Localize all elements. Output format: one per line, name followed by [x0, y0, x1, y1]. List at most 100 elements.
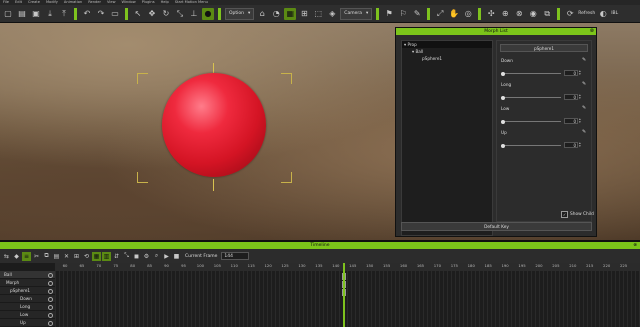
morph-value-down[interactable]: 0	[564, 70, 578, 76]
box-icon[interactable]: ⬚	[312, 8, 324, 20]
track-row-ball[interactable]: Ball	[0, 271, 55, 279]
rotate-icon[interactable]: ↻	[160, 8, 172, 20]
undo-icon[interactable]: ↶	[81, 8, 93, 20]
track-toggle-icon[interactable]	[48, 312, 53, 318]
delete-icon[interactable]: ▭	[109, 8, 121, 20]
morph-value-low[interactable]: 0	[564, 118, 578, 124]
red-sphere-object[interactable]	[162, 73, 266, 177]
object-name-button[interactable]: pSphere1	[500, 44, 588, 52]
timeline-delete-icon[interactable]: ✕	[62, 252, 71, 261]
track-toggle-icon[interactable]	[48, 288, 53, 294]
timeline-title-bar[interactable]: Timeline ⊗	[0, 242, 640, 249]
track-toggle-icon[interactable]	[48, 320, 53, 326]
home-icon[interactable]: ⌂	[256, 8, 268, 20]
pencil-icon[interactable]: ✎	[582, 129, 586, 135]
slider-knob[interactable]	[501, 143, 505, 148]
select-icon[interactable]: ↖	[132, 8, 144, 20]
stop-icon[interactable]: ■	[172, 252, 181, 261]
orbit-icon[interactable]: ◎	[462, 8, 474, 20]
timeline-copy-icon[interactable]: ⧉	[42, 252, 51, 261]
timeline-stop-icon[interactable]: ◼	[132, 252, 141, 261]
morph-slider-long[interactable]	[501, 95, 561, 100]
timeline-insert-icon[interactable]: ⊞	[72, 252, 81, 261]
spinner-icon[interactable]: ▴ ▾	[579, 141, 581, 148]
save-icon[interactable]: ▣	[30, 8, 42, 20]
default-key-button[interactable]: Default Key	[401, 222, 592, 231]
redo-icon[interactable]: ↷	[95, 8, 107, 20]
slider-knob[interactable]	[501, 95, 505, 100]
slider-knob[interactable]	[501, 119, 505, 124]
track-grid[interactable]	[55, 271, 640, 327]
ibl-label[interactable]: IBL	[611, 11, 618, 16]
scale-icon[interactable]: ⤡	[174, 8, 186, 20]
morph-list-title-bar[interactable]: Morph List ⊗	[396, 28, 596, 35]
close-icon[interactable]: ⊗	[590, 28, 594, 35]
timeline-flip-icon[interactable]: ⇵	[112, 252, 121, 261]
pencil-icon[interactable]: ✎	[582, 105, 586, 111]
refresh-icon[interactable]: ⟳	[564, 8, 576, 20]
move-icon[interactable]: ✥	[146, 8, 158, 20]
morph-slider-up[interactable]	[501, 143, 561, 148]
align-icon[interactable]: ⊥	[188, 8, 200, 20]
camera-move-icon[interactable]: ✣	[485, 8, 497, 20]
timeline-zoom-icon[interactable]: ⌕	[152, 252, 161, 261]
tree-item-prop[interactable]: ▾ Prop	[402, 41, 492, 48]
track-toggle-icon[interactable]	[48, 304, 53, 310]
track-row-psphere1[interactable]: pSphere1	[0, 287, 55, 295]
show-child-checkbox[interactable]: ✓	[561, 211, 568, 218]
show-child-option[interactable]: ✓ Show Child	[561, 211, 594, 218]
ibl-icon[interactable]: ◐	[597, 8, 609, 20]
timeline-scale-icon[interactable]: ⤡	[122, 252, 131, 261]
play-icon[interactable]: ▶	[162, 252, 171, 261]
track-row-up[interactable]: Up	[0, 319, 55, 327]
view-option-combo[interactable]: Option ▾	[225, 7, 255, 20]
import-icon[interactable]: ⤓	[44, 8, 56, 20]
picker-icon[interactable]: ✎	[411, 8, 423, 20]
timeline-paste-icon[interactable]: ▤	[52, 252, 61, 261]
spinner-icon[interactable]: ▴ ▾	[579, 93, 581, 100]
timeline-sync-icon[interactable]: ▦	[92, 251, 101, 261]
timeline-track-icon[interactable]: ≡	[22, 251, 31, 261]
track-toggle-icon[interactable]	[48, 272, 53, 278]
playhead[interactable]	[343, 263, 345, 327]
flag-icon[interactable]: ⚑	[383, 8, 395, 20]
current-frame-input[interactable]: 144	[221, 252, 250, 260]
grid-icon[interactable]: ▦	[284, 7, 297, 20]
timeline-cut-icon[interactable]: ✂	[32, 252, 41, 261]
track-toggle-icon[interactable]	[48, 296, 53, 302]
camera-orbit-icon[interactable]: ◔	[270, 8, 282, 20]
spinner-icon[interactable]: ▴ ▾	[579, 69, 581, 76]
camera-combo[interactable]: Camera ▾	[340, 7, 373, 20]
timeline-key-icon[interactable]: ◆	[12, 252, 21, 261]
morph-value-long[interactable]: 0	[564, 94, 578, 100]
pan-icon[interactable]: ✋	[448, 8, 460, 20]
export-icon[interactable]: ⤒	[58, 8, 70, 20]
timeline-loop-icon[interactable]: ⟲	[82, 252, 91, 261]
shading-icon[interactable]: ◈	[326, 8, 338, 20]
morph-value-up[interactable]: 0	[564, 142, 578, 148]
fit-icon[interactable]: ⊗	[513, 8, 525, 20]
track-row-down[interactable]: Down	[0, 295, 55, 303]
open-icon[interactable]: ▤	[16, 8, 28, 20]
spinner-icon[interactable]: ▴ ▾	[579, 117, 581, 124]
timeline-view-icon[interactable]: ▥	[102, 251, 111, 261]
timeline-filter-icon[interactable]: ⇆	[2, 252, 11, 261]
zoom-icon[interactable]: ⊕	[499, 8, 511, 20]
fov-icon[interactable]: ◉	[527, 8, 539, 20]
marker-icon[interactable]: ⚐	[397, 8, 409, 20]
tree-item-psphere1[interactable]: pSphere1	[402, 55, 492, 62]
morph-slider-down[interactable]	[501, 71, 561, 76]
track-toggle-icon[interactable]	[48, 280, 53, 286]
pencil-icon[interactable]: ✎	[582, 57, 586, 63]
close-icon[interactable]: ⊗	[633, 242, 637, 249]
wireframe-icon[interactable]: ⊞	[298, 8, 310, 20]
slider-knob[interactable]	[501, 71, 505, 76]
zoom-extend-icon[interactable]: ⤢	[434, 8, 446, 20]
refresh-label[interactable]: Refresh	[578, 11, 595, 16]
track-row-low[interactable]: Low	[0, 311, 55, 319]
timeline-settings-icon[interactable]: ⚙	[142, 252, 151, 261]
fit-all-icon[interactable]: ⧉	[541, 8, 553, 20]
tree-item-ball[interactable]: ▾ Ball	[402, 48, 492, 55]
new-icon[interactable]: ▢	[2, 8, 14, 20]
track-row-long[interactable]: Long	[0, 303, 55, 311]
